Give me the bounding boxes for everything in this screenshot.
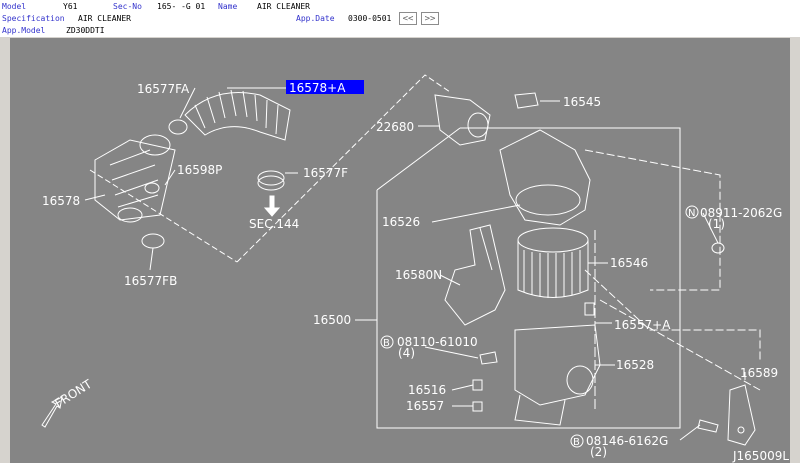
model-label: Model <box>2 2 27 11</box>
part-label-16500[interactable]: 16500 <box>313 313 351 327</box>
header-bar: Model Y61 Sec-No 165- -G 01 Name AIR CLE… <box>0 0 800 37</box>
appdate-value: 0300-0501 <box>348 14 392 23</box>
appmodel-value: ZD30DDTI <box>66 26 105 35</box>
part-label-16577FA[interactable]: 16577FA <box>137 82 190 96</box>
part-label-16598P[interactable]: 16598P <box>177 163 222 177</box>
name-value: AIR CLEANER <box>257 2 310 11</box>
part-label-16528[interactable]: 16528 <box>616 358 654 372</box>
part-label-16580N[interactable]: 16580N <box>395 268 442 282</box>
part-qty-08110: (4) <box>398 346 415 360</box>
model-value: Y61 <box>63 2 78 11</box>
part-label-16578A[interactable]: 16578+A <box>289 81 346 95</box>
svg-text:B: B <box>573 437 580 448</box>
part-label-16546[interactable]: 16546 <box>610 256 648 270</box>
part-qty-08911: (1) <box>708 217 725 231</box>
part-label-16545[interactable]: 16545 <box>563 95 601 109</box>
next-button[interactable]: >> <box>421 12 439 25</box>
svg-text:B: B <box>383 338 390 349</box>
diagram-canvas: 16577FA 16578+A 16598P 16577F 16578 SEC.… <box>41 74 789 463</box>
secno-label: Sec-No <box>113 2 142 11</box>
section-reference[interactable]: SEC.144 <box>249 217 299 231</box>
part-qty-08146: (2) <box>590 445 607 459</box>
front-label: FRONT <box>52 377 95 411</box>
appdate-label: App.Date <box>296 14 335 23</box>
part-label-16526[interactable]: 16526 <box>382 215 420 229</box>
down-arrow-icon <box>263 195 281 217</box>
svg-text:N: N <box>688 208 695 219</box>
appmodel-label: App.Model <box>2 26 46 35</box>
secno-value: 165- -G 01 <box>157 2 206 11</box>
part-label-16577F[interactable]: 16577F <box>303 166 348 180</box>
part-label-16589[interactable]: 16589 <box>740 366 778 380</box>
part-label-16577FB[interactable]: 16577FB <box>124 274 177 288</box>
spec-value: AIR CLEANER <box>78 14 131 23</box>
part-label-16557[interactable]: 16557 <box>406 399 444 413</box>
part-label-16516[interactable]: 16516 <box>408 383 446 397</box>
drawing-code: J165009L <box>732 449 789 463</box>
parts-diagram: 16577FA 16578+A 16598P 16577F 16578 SEC.… <box>10 38 790 463</box>
part-label-22680[interactable]: 22680 <box>376 120 414 134</box>
name-label: Name <box>218 2 238 11</box>
part-label-16557A[interactable]: 16557+A <box>614 318 671 332</box>
spec-label: Specification <box>2 14 65 23</box>
prev-button[interactable]: << <box>399 12 417 25</box>
part-label-16578[interactable]: 16578 <box>42 194 80 208</box>
